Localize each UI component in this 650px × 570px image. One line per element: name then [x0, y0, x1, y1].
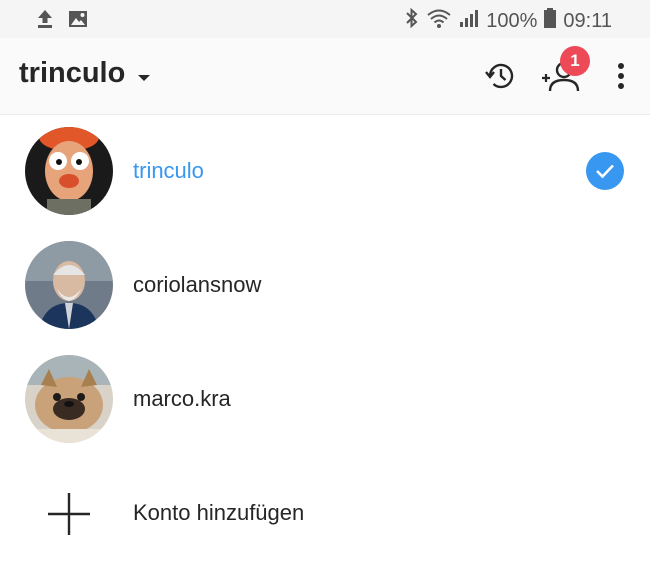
account-username: trinculo [133, 158, 204, 183]
image-icon [68, 10, 88, 34]
account-title-label: trinculo [19, 57, 126, 89]
battery-percent: 100% [486, 9, 538, 32]
dropdown-arrow-icon [137, 57, 151, 90]
selected-check-icon [586, 152, 624, 190]
status-bar: 100% 09:11 [0, 0, 650, 38]
more-vert-icon[interactable] [603, 58, 639, 94]
battery-icon [543, 7, 557, 35]
add-account-label: Konto hinzufügen [133, 500, 305, 525]
app-bar: trinculo 1 [0, 38, 650, 115]
add-account-button[interactable]: Konto hinzufügen [0, 456, 650, 570]
notification-badge: 1 [560, 46, 590, 76]
avatar [25, 241, 113, 329]
account-row-marco-kra[interactable]: marco.kra [0, 342, 650, 456]
account-switcher[interactable]: trinculo [19, 57, 151, 90]
account-row-trinculo[interactable]: trinculo [0, 114, 650, 228]
account-username: marco.kra [133, 386, 231, 411]
signal-icon [458, 7, 480, 35]
account-row-coriolansnow[interactable]: coriolansnow [0, 228, 650, 342]
avatar [25, 127, 113, 215]
avatar [25, 355, 113, 443]
plus-icon [48, 493, 90, 535]
bluetooth-icon [404, 7, 420, 35]
add-person-button[interactable]: 1 [540, 46, 590, 94]
account-username: coriolansnow [133, 272, 262, 297]
history-icon[interactable] [483, 58, 519, 94]
status-time: 09:11 [563, 9, 612, 32]
wifi-icon [426, 7, 452, 35]
upload-icon [36, 9, 54, 35]
